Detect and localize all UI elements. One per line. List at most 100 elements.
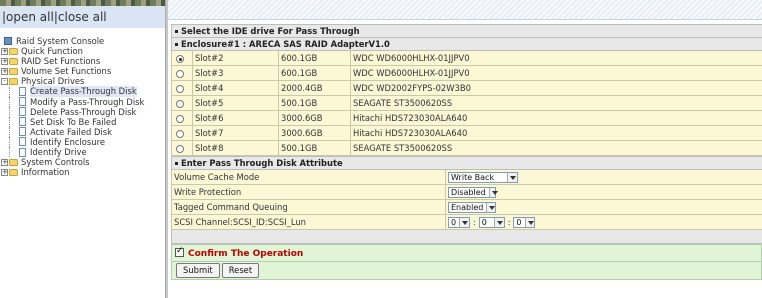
tcq-select[interactable]: Enabled [448,201,496,213]
drive-model: Hitachi HDS723030ALA640 [349,110,762,126]
radio-cell [171,95,193,111]
tree-item[interactable]: Set Disk To Be Failed [1,117,165,127]
folder-icon [9,158,18,166]
navigation-frame: |open all|close all Raid System Console +… [0,0,165,298]
tree-item[interactable]: Activate Failed Disk [1,127,165,137]
reset-button[interactable]: Reset [221,263,260,278]
tree-connector [9,116,17,127]
drive-row[interactable]: Slot#8 500.1GB SEAGATE ST3500620SS [171,140,762,156]
tree-item-label: Information [21,167,70,178]
tree-item[interactable]: Identify Enclosure [1,137,165,147]
pass-through-form: Select the IDE drive For Pass Through En… [170,24,762,280]
spacer-row [171,229,762,244]
scsi-lun-value: 0 [516,217,522,227]
radio-cell [171,110,193,126]
expand-icon[interactable]: + [1,57,8,65]
scsi-lun-select[interactable]: 0 [513,216,536,228]
attribute-table: Enter Pass Through Disk Attribute Volume… [171,156,762,244]
tree-item[interactable]: Raid System Console [1,36,165,46]
document-icon [19,127,26,137]
button-row: Submit Reset [171,261,762,280]
tree-item-label: RAID Set Functions [21,56,101,67]
confirm-checkbox[interactable] [175,246,184,257]
drive-slot: Slot#8 [192,140,279,156]
drive-capacity: 600.1GB [278,50,351,66]
tree-item[interactable]: + RAID Set Functions [1,56,165,66]
tree-item[interactable]: Modify a Pass-Through Disk [1,97,165,107]
tree-item-label: Activate Failed Disk [30,126,112,137]
radio-cell [171,80,193,96]
drive-radio[interactable] [176,69,184,78]
drive-slot: Slot#6 [192,110,279,126]
drive-row[interactable]: Slot#7 3000.6GB Hitachi HDS723030ALA640 [171,125,762,141]
tree-item-label: Identify Drive [30,147,87,158]
tree-item-label: Modify a Pass-Through Disk [30,96,145,107]
tree-item[interactable]: Identify Drive [1,147,165,158]
open-all-link[interactable]: open all [6,10,54,24]
drive-radio[interactable] [176,99,184,108]
radio-cell [171,65,193,81]
expand-icon[interactable]: + [1,67,8,75]
drive-radio[interactable] [176,114,184,123]
volume-cache-mode-select[interactable]: Write Back [448,171,518,183]
drive-radio[interactable] [176,54,184,63]
drive-radio[interactable] [176,84,184,93]
drive-row[interactable]: Slot#4 2000.4GB WDC WD2002FYPS-02W3B0 [171,80,762,96]
tree-item[interactable]: + Volume Set Functions [1,66,165,76]
drive-model: SEAGATE ST3500620SS [349,140,762,156]
drive-radio[interactable] [176,144,184,153]
chevron-down-icon [524,217,535,227]
write-protection-select[interactable]: Disabled [448,186,499,198]
tree-connector [9,136,17,147]
scsi-id-select[interactable]: 0 [478,216,505,228]
drive-model: WDC WD2002FYPS-02W3B0 [349,80,762,96]
confirm-label: Confirm The Operation [188,248,304,259]
drive-model: WDC WD6000HLHX-01JJPV0 [349,50,762,66]
tree-item[interactable]: + Information [1,167,165,177]
close-all-link[interactable]: close all [58,10,107,24]
scsi-separator: : [473,217,476,227]
tree-item-label: Physical Drives [21,76,85,87]
chevron-down-icon [459,217,469,227]
chevron-down-icon [493,217,504,227]
tree-item[interactable]: Create Pass-Through Disk [1,86,165,97]
drive-model: Hitachi HDS723030ALA640 [349,125,762,141]
tree-item[interactable]: + Quick Function [1,46,165,56]
tree-item[interactable]: + System Controls [1,157,165,167]
collapse-icon[interactable]: - [1,77,8,85]
scsi-channel-value: 0 [451,217,457,227]
drive-capacity: 500.1GB [278,95,351,111]
document-icon [19,107,26,117]
drive-row[interactable]: Slot#6 3000.6GB Hitachi HDS723030ALA640 [171,110,762,126]
header-pattern [168,0,762,20]
expand-icon[interactable]: + [1,168,8,176]
tree-item[interactable]: Delete Pass-Through Disk [1,107,165,117]
drive-slot: Slot#2 [192,50,279,66]
drive-row[interactable]: Slot#5 500.1GB SEAGATE ST3500620SS [171,95,762,111]
write-protection-value: Disabled [451,187,486,197]
drive-row[interactable]: Slot#3 600.1GB WDC WD6000HLHX-01JJPV0 [171,65,762,81]
expand-icon[interactable]: + [1,158,8,166]
tree-item-label: Delete Pass-Through Disk [30,106,137,117]
radio-cell [171,125,193,141]
tree-item[interactable]: - Physical Drives [1,76,165,86]
volume-cache-mode-label: Volume Cache Mode [171,169,446,185]
tree-item-label: Create Pass-Through Disk [30,86,137,97]
folder-icon [9,67,18,75]
folder-icon [9,77,18,85]
tree-connector [9,126,17,137]
tcq-value: Enabled [451,202,484,212]
tcq-label: Tagged Command Queuing [171,199,446,215]
document-icon [19,137,26,147]
drive-radio[interactable] [176,129,184,138]
folder-icon [9,57,18,65]
submit-button[interactable]: Submit [176,263,220,278]
tree-item-label: Identify Enclosure [30,136,106,147]
drive-model: SEAGATE ST3500620SS [349,95,762,111]
drive-row[interactable]: Slot#2 600.1GB WDC WD6000HLHX-01JJPV0 [171,50,762,66]
chevron-down-icon [488,187,499,197]
enclosure-title: Enclosure#1 : ARECA SAS RAID AdapterV1.0 [181,39,390,49]
scsi-channel-select[interactable]: 0 [448,216,470,228]
expand-icon[interactable]: + [1,47,8,55]
tree-item-label: Set Disk To Be Failed [30,116,117,127]
